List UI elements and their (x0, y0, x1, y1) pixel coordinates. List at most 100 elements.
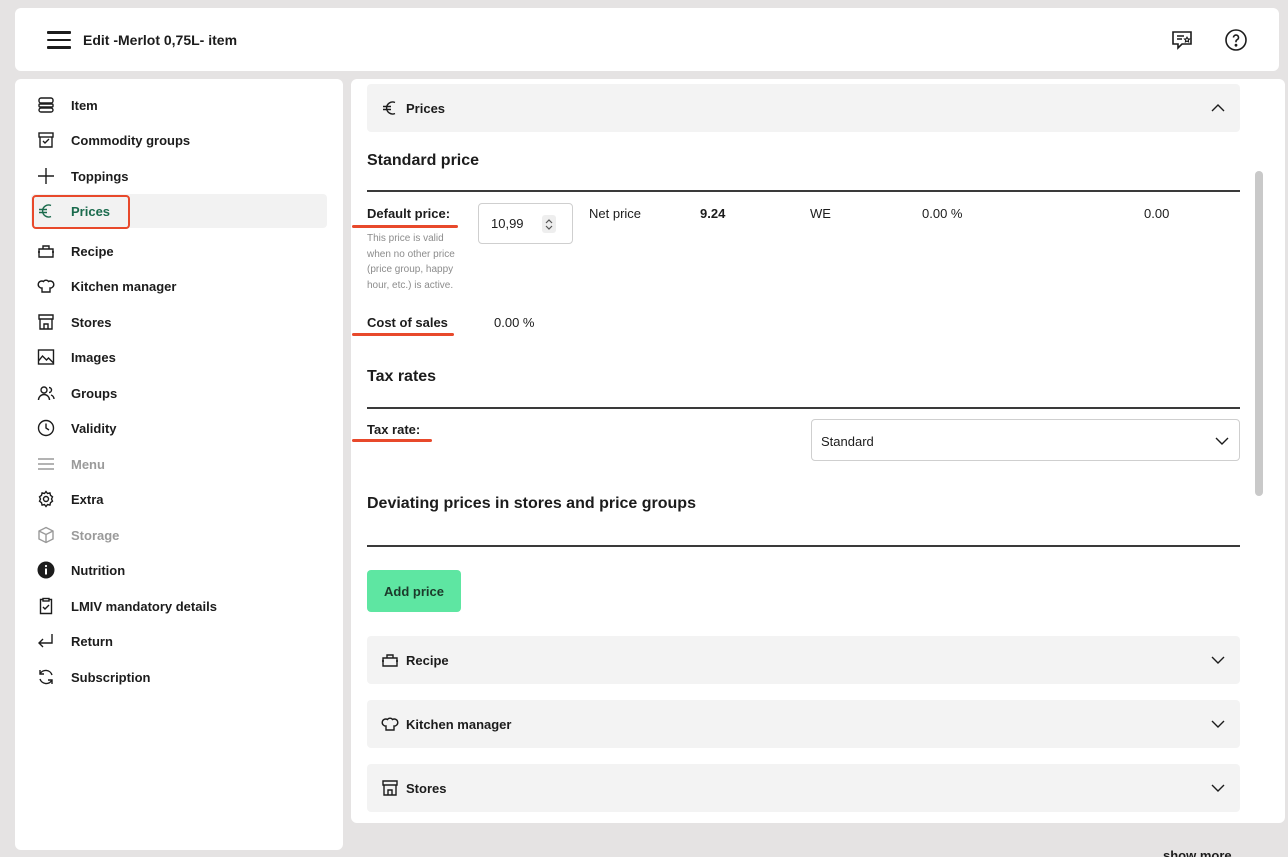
menu-icon[interactable] (47, 31, 71, 49)
we-value: 0.00 (1144, 206, 1170, 221)
add-price-button[interactable]: Add price (367, 570, 461, 612)
sidebar-item-stores[interactable]: Stores (15, 305, 343, 339)
chef-hat-icon (37, 279, 55, 293)
pot-icon (38, 245, 54, 258)
default-price-input[interactable] (478, 203, 573, 244)
feedback-icon[interactable] (1170, 28, 1194, 52)
kitchen-manager-accordion-header[interactable]: Kitchen manager (367, 700, 1240, 748)
cost-of-sales-value: 0.00 % (494, 315, 535, 330)
store-icon (382, 780, 398, 796)
sidebar-item-label: Extra (71, 492, 104, 507)
sidebar-item-recipe[interactable]: Recipe (15, 234, 343, 268)
chevron-down-icon[interactable] (545, 225, 553, 231)
sidebar-item-label: Storage (71, 528, 120, 543)
gear-icon (38, 490, 54, 508)
section-title-tax-rates: Tax rates (367, 368, 437, 385)
chef-hat-icon (381, 717, 399, 731)
top-bar: Edit -Merlot 0,75L- item (15, 8, 1279, 71)
sidebar-item-label: Item (71, 98, 98, 113)
chevron-down-icon (1211, 656, 1225, 664)
return-icon (38, 634, 53, 648)
net-price-label: Net price (589, 206, 642, 221)
sidebar-item-kitchen-manager[interactable]: Kitchen manager (15, 269, 343, 303)
sidebar-item-return[interactable]: Return (15, 624, 343, 658)
prices-accordion-header[interactable]: Prices (367, 84, 1240, 132)
refresh-icon (39, 669, 53, 685)
image-icon (37, 349, 55, 365)
tax-rate-label: Tax rate: (367, 422, 421, 437)
sidebar-item-prices[interactable]: Prices (31, 194, 327, 228)
price-stepper[interactable] (542, 215, 556, 233)
chevron-down-icon (1211, 720, 1225, 728)
info-icon (37, 561, 55, 579)
sidebar-item-groups[interactable]: Groups (15, 376, 343, 410)
euro-icon (383, 101, 396, 115)
pot-icon (382, 654, 398, 667)
net-price-value: 9.24 (700, 206, 726, 221)
sidebar-item-label: Recipe (71, 244, 114, 259)
accordion-title: Kitchen manager (406, 717, 512, 732)
clipboard-check-icon (39, 597, 53, 615)
sidebar-item-nutrition[interactable]: Nutrition (15, 553, 343, 587)
page-title: Edit -Merlot 0,75L- item (83, 32, 238, 48)
annotation-underline (352, 225, 458, 228)
box-icon (38, 132, 54, 148)
accordion-title: Recipe (406, 653, 449, 668)
default-price-hint: This price is valid when no other price … (367, 233, 455, 291)
we-label: WE (810, 206, 831, 221)
accordion-title: Prices (406, 101, 446, 116)
sidebar-item-label: LMIV mandatory details (71, 599, 217, 614)
sidebar-item-validity[interactable]: Validity (15, 411, 343, 445)
item-icon (38, 97, 54, 113)
euro-icon (39, 204, 52, 218)
tax-rate-select[interactable]: Standard (811, 419, 1240, 461)
section-title-deviating-prices: Deviating prices in stores and price gro… (367, 495, 696, 512)
chevron-up-icon[interactable] (545, 218, 553, 224)
cube-icon (38, 526, 54, 544)
annotation-underline (352, 439, 432, 442)
sidebar-item-subscription[interactable]: Subscription (15, 660, 343, 694)
show-more-link[interactable]: show more (1163, 848, 1232, 857)
sidebar-item-extra[interactable]: Extra (15, 482, 343, 516)
store-icon (38, 314, 54, 330)
main-panel: Prices Standard price Default price: Thi… (351, 79, 1285, 823)
sidebar-item-label: Kitchen manager (71, 279, 177, 294)
accordion-title: Stores (406, 781, 447, 796)
stores-accordion-header[interactable]: Stores (367, 764, 1240, 812)
default-price-label: Default price: (367, 206, 451, 221)
section-title-standard-price: Standard price (367, 152, 480, 169)
recipe-accordion-header[interactable]: Recipe (367, 636, 1240, 684)
menu-lines-icon (38, 458, 54, 470)
sidebar-item-label: Subscription (71, 670, 151, 685)
sidebar-item-label: Stores (71, 315, 112, 330)
sidebar-item-label: Commodity groups (71, 133, 191, 148)
chevron-down-icon (1215, 437, 1229, 445)
chevron-down-icon (1211, 784, 1225, 792)
sidebar-item-images[interactable]: Images (15, 340, 343, 374)
sidebar-item-label: Toppings (71, 169, 129, 184)
divider (367, 190, 1240, 192)
sidebar-item-label: Validity (71, 421, 117, 436)
scrollbar[interactable] (1255, 171, 1263, 496)
sidebar-item-toppings[interactable]: Toppings (15, 159, 343, 193)
sidebar-item-item[interactable]: Item (15, 88, 343, 122)
sidebar-item-storage[interactable]: Storage (15, 518, 343, 552)
clock-icon (37, 419, 55, 437)
sidebar-item-label: Prices (71, 204, 111, 219)
sidebar-item-label: Menu (71, 457, 105, 472)
annotation-underline (352, 333, 454, 336)
tax-rate-value: Standard (821, 434, 874, 449)
plus-icon (38, 168, 54, 184)
sidebar-item-lmiv[interactable]: LMIV mandatory details (15, 589, 343, 623)
cost-of-sales-label: Cost of sales (367, 315, 448, 330)
chevron-up-icon (1211, 104, 1225, 112)
sidebar-item-label: Return (71, 634, 113, 649)
sidebar-item-label: Nutrition (71, 563, 126, 578)
sidebar-item-menu[interactable]: Menu (15, 447, 343, 481)
sidebar: Item Commodity groups Toppings Prices Re… (15, 79, 343, 850)
divider (367, 407, 1240, 409)
we-percent: 0.00 % (922, 206, 963, 221)
users-icon (37, 386, 55, 401)
sidebar-item-commodity-groups[interactable]: Commodity groups (15, 123, 343, 157)
help-icon[interactable] (1224, 28, 1248, 52)
